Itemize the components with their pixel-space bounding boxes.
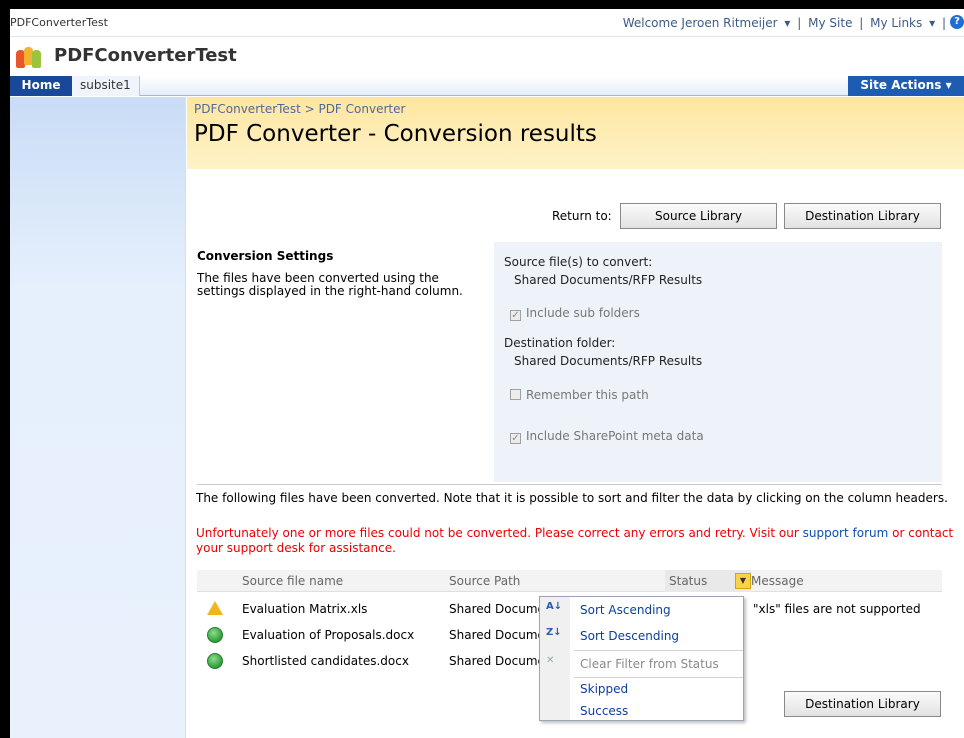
filter-skipped-menu-item[interactable]: Skipped <box>580 682 628 696</box>
sort-descending-menu-item[interactable]: Sort Descending <box>580 629 679 643</box>
sort-ascending-menu-item[interactable]: Sort Ascending <box>580 603 671 617</box>
file-path: Shared Docume <box>449 628 545 642</box>
destination-value: Shared Documents/RFP Results <box>514 354 703 368</box>
filter-dropdown-icon[interactable]: ▼ <box>735 573 751 589</box>
status-filter-menu: A↓ Sort Ascending Z↓ Sort Descending ✕ C… <box>539 596 744 721</box>
divider <box>197 484 942 485</box>
global-bar: PDFConverterTest Welcome Jeroen Ritmeije… <box>10 9 964 37</box>
source-library-button[interactable]: Source Library <box>620 203 777 229</box>
chevron-down-icon[interactable]: ▾ <box>929 16 935 30</box>
window: PDFConverterTest Welcome Jeroen Ritmeije… <box>0 0 964 738</box>
source-label: Source file(s) to convert: <box>504 255 653 269</box>
return-label: Return to: <box>552 209 612 223</box>
check-icon: ✓ <box>510 433 521 444</box>
chevron-down-icon[interactable]: ▾ <box>784 16 790 30</box>
success-icon <box>207 627 223 643</box>
site-title[interactable]: PDFConverterTest <box>54 45 237 66</box>
destination-label: Destination folder: <box>504 336 616 350</box>
breadcrumb[interactable]: PDFConverterTest > PDF Converter <box>194 102 405 116</box>
info-text: The following files have been converted.… <box>196 491 948 505</box>
tab-subsite1[interactable]: subsite1 <box>72 76 140 96</box>
source-value: Shared Documents/RFP Results <box>514 273 703 287</box>
success-icon <box>207 653 223 669</box>
file-name: Evaluation Matrix.xls <box>242 602 368 616</box>
sort-ascending-icon: A↓ <box>546 601 563 612</box>
destination-library-button[interactable]: Destination Library <box>784 203 941 229</box>
column-status[interactable]: Status ▼ <box>665 570 751 592</box>
column-source-file-name[interactable]: Source file name <box>242 574 343 588</box>
error-message: Unfortunately one or more files could no… <box>196 526 954 555</box>
clear-filter-icon: ✕ <box>546 655 555 666</box>
sharepoint-people-icon <box>16 47 46 68</box>
file-message: "xls" files are not supported <box>753 602 921 616</box>
help-icon[interactable]: ? <box>950 15 964 29</box>
page-title: PDF Converter - Conversion results <box>194 121 597 147</box>
column-message[interactable]: Message <box>751 574 804 588</box>
my-links-menu[interactable]: My Links <box>870 16 922 30</box>
file-path: Shared Docume <box>449 602 545 616</box>
window-top-border <box>0 0 964 9</box>
site-actions-menu[interactable]: Site Actions ▾ <box>848 76 964 96</box>
settings-description: The files have been converted using the … <box>197 271 463 298</box>
file-name: Shortlisted candidates.docx <box>242 654 409 668</box>
warning-icon <box>207 601 223 615</box>
settings-values-panel: Source file(s) to convert: Shared Docume… <box>494 242 942 482</box>
support-forum-link[interactable]: support forum <box>803 526 889 540</box>
filter-success-menu-item[interactable]: Success <box>580 704 628 718</box>
remember-path-checkbox: Remember this path <box>510 388 649 402</box>
settings-title: Conversion Settings <box>197 249 334 263</box>
destination-library-button-bottom[interactable]: Destination Library <box>784 691 941 717</box>
chevron-down-icon: ▾ <box>945 78 952 92</box>
include-metadata-checkbox: ✓ Include SharePoint meta data <box>510 429 704 444</box>
conversion-settings: Conversion Settings The files have been … <box>197 242 942 482</box>
top-navigation: Home subsite1 Site Actions ▾ <box>10 76 964 96</box>
file-name: Evaluation of Proposals.docx <box>242 628 415 642</box>
page-header: PDFConverterTest > PDF Converter PDF Con… <box>187 97 964 169</box>
results-table-header: Source file name Source Path Status ▼ Me… <box>197 570 942 592</box>
clear-filter-menu-item: Clear Filter from Status <box>580 657 719 671</box>
tab-home[interactable]: Home <box>10 76 72 96</box>
my-site-link[interactable]: My Site <box>808 16 852 30</box>
window-left-border <box>0 0 10 738</box>
site-title-row: PDFConverterTest <box>10 37 964 76</box>
include-subfolders-checkbox: ✓ Include sub folders <box>510 306 640 321</box>
welcome-menu[interactable]: Welcome Jeroen Ritmeijer <box>623 16 778 30</box>
check-icon: ✓ <box>510 310 521 321</box>
column-source-path[interactable]: Source Path <box>449 574 520 588</box>
quick-launch <box>10 97 186 738</box>
global-site-name[interactable]: PDFConverterTest <box>10 16 108 29</box>
settings-description-panel: Conversion Settings The files have been … <box>197 242 494 482</box>
file-path: Shared Docume <box>449 654 545 668</box>
global-links: Welcome Jeroen Ritmeijer ▾ | My Site | M… <box>622 16 946 30</box>
sort-descending-icon: Z↓ <box>546 627 562 638</box>
